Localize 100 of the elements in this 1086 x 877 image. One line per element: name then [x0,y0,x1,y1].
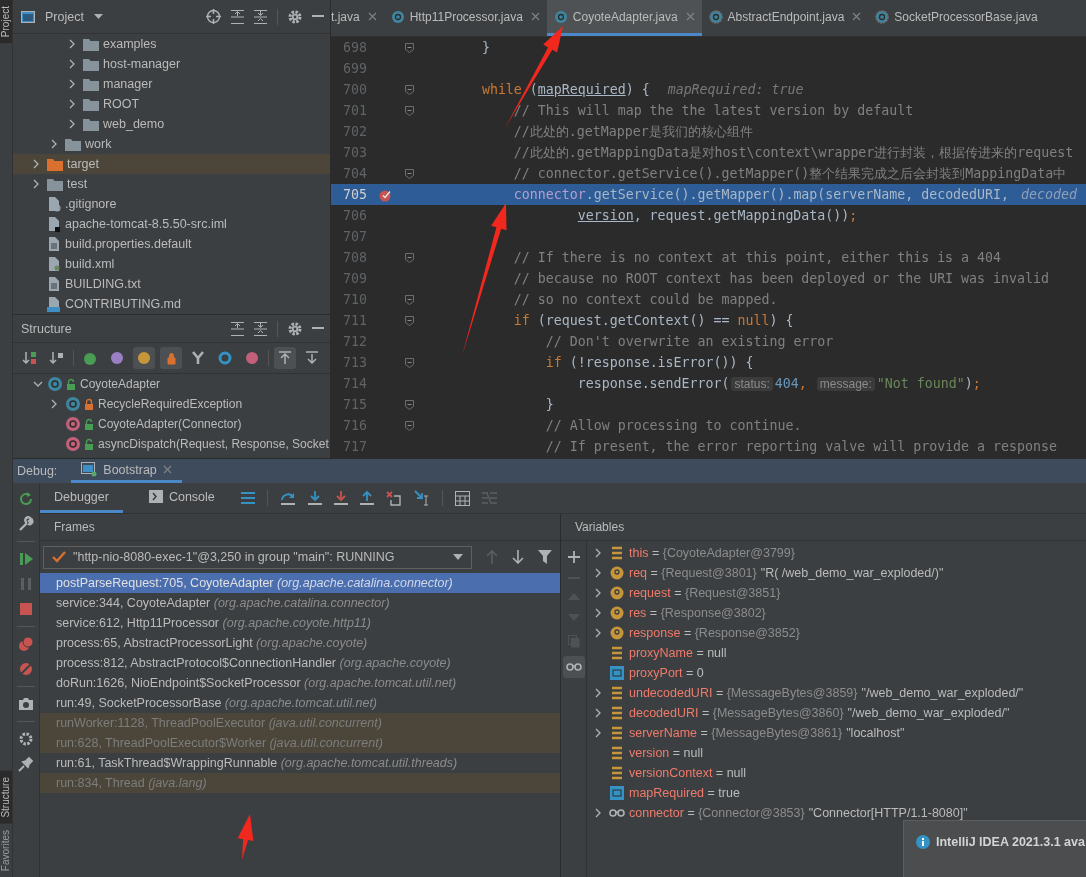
close-icon[interactable] [367,12,377,21]
step-over-icon[interactable] [279,491,296,505]
collapse-all-icon[interactable] [254,321,267,336]
tree-item[interactable]: BUILDING.txt [13,274,330,294]
variable-entry[interactable]: decodedURI = {MessageBytes@3860} "/web_demo_war_exploded/" [629,706,1010,720]
fold-marker-icon[interactable] [405,294,414,305]
editor-tab[interactable]: CoyoteAdapter.java [546,0,702,36]
fold-marker-icon[interactable] [405,84,414,95]
fold-marker-icon[interactable] [405,168,414,179]
debugger-tab[interactable]: Console [134,483,229,513]
toolbar-toggle[interactable] [160,347,182,369]
locate-icon[interactable] [206,9,221,24]
settings-icon[interactable] [18,731,34,747]
debugger-tab[interactable]: Debugger [40,483,123,513]
stack-frame[interactable]: process:65, AbstractProcessorLight (org.apache.coyote) [40,633,560,653]
tree-item[interactable]: ROOT [13,94,330,114]
toolbar-toggle[interactable] [274,347,296,369]
editor-tab[interactable]: t.java [331,0,384,36]
watches-toggle[interactable] [562,656,585,678]
settings-icon[interactable] [288,9,302,24]
stack-frame[interactable]: service:612, Http11Processor (org.apache.coyote.http11) [40,613,560,633]
tool-window-stripe-button[interactable]: Project [0,0,12,44]
wrench-icon[interactable] [18,516,34,532]
tree-item[interactable]: CONTRIBUTING.md [13,294,330,314]
structure-item[interactable]: CoyoteAdapter(Connector) [13,414,330,434]
editor-tab[interactable]: AbstractEndpoint.java [701,0,869,36]
add-icon[interactable] [567,551,580,563]
fold-marker-icon[interactable] [405,42,414,53]
run-to-cursor-icon[interactable] [413,490,430,506]
drop-frame-icon[interactable] [385,490,402,506]
tree-item[interactable]: .gitignore [13,194,330,214]
variable-entry[interactable]: request = {Request@3851} [629,586,781,600]
variable-entry[interactable]: proxyName = null [629,646,727,660]
variable-entry[interactable]: this = {CoyoteAdapter@3799} [629,546,795,560]
variable-entry[interactable]: serverName = {MessageBytes@3861} "localhost" [629,726,905,740]
fold-marker-icon[interactable] [405,105,414,116]
tree-item[interactable]: host-manager [13,54,330,74]
settings-icon[interactable] [288,321,302,336]
minimize-icon[interactable] [312,15,324,18]
force-step-into-icon[interactable] [333,491,348,505]
structure-item[interactable]: asyncDispatch(Request, Response, Socket [13,434,330,454]
tree-item[interactable]: web_demo [13,114,330,134]
calculator-icon[interactable] [454,490,470,506]
fold-marker-icon[interactable] [405,315,414,326]
caret-icon[interactable] [93,13,103,20]
stack-frame[interactable]: service:344, CoyoteAdapter (org.apache.catalina.connector) [40,593,560,613]
variable-entry[interactable]: res = {Response@3802} [629,606,766,620]
stack-frame[interactable]: doRun:1626, NioEndpoint$SocketProcessor (org.apache.tomcat.util.net) [40,673,560,693]
camera-icon[interactable] [18,696,34,712]
editor-tab[interactable]: SocketProcessorBase.java [868,0,1045,36]
structure-item[interactable]: CoyoteAdapter [13,374,330,394]
variable-entry[interactable]: proxyPort = 0 [629,666,704,680]
variable-entry[interactable]: response = {Response@3852} [629,626,800,640]
structure-item[interactable]: RecycleRequiredException [13,394,330,414]
stop-icon[interactable] [18,601,34,617]
tree-item[interactable]: target [13,154,330,174]
notification-popup[interactable]: IntelliJ IDEA 2021.3.1 ava [903,820,1086,877]
toolbar-toggle[interactable] [133,347,155,369]
variable-entry[interactable]: req = {Request@3801} "R( /web_demo_war_exploded/)" [629,566,944,580]
tree-item[interactable]: work [13,134,330,154]
step-into-icon[interactable] [307,491,322,505]
pin-icon[interactable] [18,756,34,772]
stack-frame[interactable]: postParseRequest:705, CoyoteAdapter (org.apache.catalina.connector) [40,573,560,593]
resume-icon[interactable] [18,551,34,567]
collapse-all-icon[interactable] [254,9,267,24]
mute-breakpoints-icon[interactable] [18,661,34,677]
breakpoints-icon[interactable] [18,636,34,652]
fold-marker-icon[interactable] [405,399,414,410]
rerun-icon[interactable] [18,491,34,507]
thread-dropdown[interactable]: "http-nio-8080-exec-1"@3,250 in group "main": RUNNING [43,545,473,569]
variable-entry[interactable]: version = null [629,746,703,760]
close-icon[interactable] [852,12,862,21]
stack-frame[interactable]: process:812, AbstractProtocol$ConnectionHandler (org.apache.coyote) [40,653,560,673]
tree-item[interactable]: examples [13,34,330,54]
fold-marker-icon[interactable] [405,357,414,368]
session-tab[interactable]: Bootstrap [71,459,182,483]
tree-item[interactable]: build.xml [13,254,330,274]
variable-entry[interactable]: connector = {Connector@3853} "Connector[HTTP/1.1-8080]" [629,806,968,820]
variable-entry[interactable]: versionContext = null [629,766,747,780]
tree-item[interactable]: manager [13,74,330,94]
close-icon[interactable] [530,12,540,21]
tool-window-stripe-button[interactable]: Structure [0,771,12,824]
menu-icon[interactable] [240,492,255,504]
arrow-down-icon[interactable] [512,550,525,564]
fold-marker-icon[interactable] [405,252,414,263]
expand-all-icon[interactable] [231,321,244,336]
tree-item[interactable]: apache-tomcat-8.5.50-src.iml [13,214,330,234]
panel-title[interactable]: Project [45,9,84,24]
fold-marker-icon[interactable] [405,420,414,431]
stack-frame[interactable]: run:49, SocketProcessorBase (org.apache.tomcat.util.net) [40,693,560,713]
minimize-icon[interactable] [312,327,324,330]
tool-window-stripe-button[interactable]: Favorites [0,823,12,877]
editor-tab[interactable]: Http11Processor.java [383,0,547,36]
filter-icon[interactable] [538,550,552,564]
expand-all-icon[interactable] [231,9,244,24]
step-out-icon[interactable] [359,491,374,505]
variable-entry[interactable]: mapRequired = true [629,786,740,800]
tree-item[interactable]: build.properties.default [13,234,330,254]
variable-entry[interactable]: undecodedURI = {MessageBytes@3859} "/web_demo_war_exploded/" [629,686,1024,700]
stack-frame[interactable]: run:61, TaskThread$WrappingRunnable (org.apache.tomcat.util.threads) [40,753,560,773]
